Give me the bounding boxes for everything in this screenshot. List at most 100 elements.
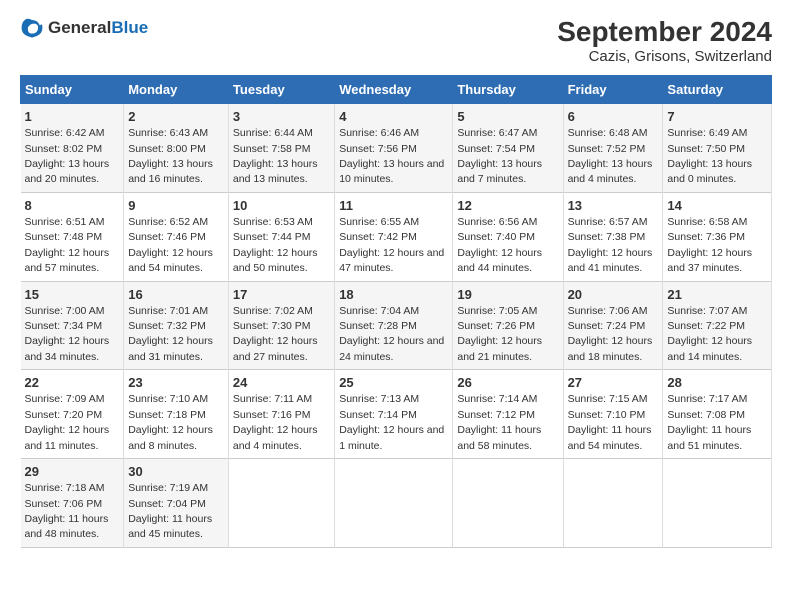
cell-w3-d5: 19Sunrise: 7:05 AMSunset: 7:26 PMDayligh… [453,281,563,370]
cell-w3-d2: 16Sunrise: 7:01 AM Sunset: 7:32 PM Dayligh… [124,281,229,370]
sunrise-info: Sunrise: 7:13 AM [339,393,419,405]
day-number: 4 [339,108,448,126]
sunrise-info: Sunrise: 7:11 AM [233,393,312,405]
col-saturday: Saturday [663,76,772,104]
day-number: 23 [128,374,224,392]
sunrise-info: Sunrise: 7:06 AM [568,305,648,317]
header-row: Sunday Monday Tuesday Wednesday Thursday… [21,76,772,104]
day-number: 19 [457,286,558,304]
sunset-info: Sunset: 7:26 PM [457,320,535,332]
cell-w1-d6: 6Sunrise: 6:48 AMSunset: 7:52 PMDaylight… [563,104,663,193]
header: GeneralBlue September 2024 Cazis, Grison… [20,16,772,65]
day-number: 3 [233,108,330,126]
sunset-info: Sunset: 7:54 PM [457,143,535,155]
day-number: 20 [568,286,659,304]
col-wednesday: Wednesday [335,76,453,104]
cell-w2-d7: 14Sunrise: 6:58 AMSunset: 7:36 PMDayligh… [663,192,772,281]
cell-w2-d1: 8Sunrise: 6:51 AMSunset: 7:48 PMDaylight… [21,192,124,281]
day-number: 16 [128,286,224,304]
cell-w4-d2: 23Sunrise: 7:10 AMSunset: 7:18 PMDayligh… [124,370,229,459]
logo-blue: Blue [111,18,148,37]
cell-w1-d3: 3Sunrise: 6:44 AMSunset: 7:58 PMDaylight… [228,104,334,193]
sunrise-info: Sunrise: 6:58 AM [667,216,747,228]
day-number: 24 [233,374,330,392]
day-number: 25 [339,374,448,392]
logo-text: GeneralBlue [48,19,148,38]
sunset-info: Sunset: 7:36 PM [667,231,745,243]
day-number: 7 [667,108,767,126]
daylight-info: Daylight: 13 hours and 13 minutes. [233,158,318,185]
sunset-info: Sunset: 7:38 PM [568,231,646,243]
daylight-info: Daylight: 12 hours and 11 minutes. [25,424,110,451]
daylight-info: Daylight: 12 hours and 8 minutes. [128,424,213,451]
daylight-info: Daylight: 13 hours and 16 minutes. [128,158,213,185]
cell-w4-d7: 28Sunrise: 7:17 AMSunset: 7:08 PMDayligh… [663,370,772,459]
cell-w1-d1: 1Sunrise: 6:42 AMSunset: 8:02 PMDaylight… [21,104,124,193]
sunset-info: Sunset: 7:10 PM [568,409,646,421]
cell-w2-d5: 12Sunrise: 6:56 AMSunset: 7:40 PMDayligh… [453,192,563,281]
sunrise-info: Sunrise: 7:19 AM [128,482,208,494]
calendar-body: 1Sunrise: 6:42 AMSunset: 8:02 PMDaylight… [21,104,772,548]
daylight-info: Daylight: 11 hours and 51 minutes. [667,424,751,451]
daylight-info: Daylight: 13 hours and 7 minutes. [457,158,542,185]
sunset-info: Sunset: 7:08 PM [667,409,745,421]
sunrise-info: Sunrise: 7:02 AM [233,305,313,317]
cell-w5-d6 [563,459,663,548]
week-row-4: 22Sunrise: 7:09 AMSunset: 7:20 PMDayligh… [21,370,772,459]
daylight-info: Daylight: 12 hours and 41 minutes. [568,247,653,274]
sunrise-info: Sunrise: 6:43 AM [128,127,208,139]
sunrise-info: Sunrise: 7:10 AM [128,393,208,405]
daylight-info: Daylight: 12 hours and 50 minutes. [233,247,318,274]
sunrise-info: Sunrise: 6:42 AM [25,127,105,139]
day-number: 22 [25,374,120,392]
sunset-info: Sunset: 7:04 PM [128,498,206,510]
day-number: 14 [667,197,767,215]
sunset-info: Sunset: 8:00 PM [128,143,206,155]
week-row-3: 15Sunrise: 7:00 AMSunset: 7:34 PMDayligh… [21,281,772,370]
sunrise-info: Sunrise: 7:15 AM [568,393,648,405]
sunrise-info: Sunrise: 7:18 AM [25,482,105,494]
day-number: 9 [128,197,224,215]
day-number: 6 [568,108,659,126]
cell-w5-d3 [228,459,334,548]
cell-w1-d2: 2Sunrise: 6:43 AMSunset: 8:00 PMDaylight… [124,104,229,193]
sunset-info: Sunset: 7:30 PM [233,320,311,332]
day-number: 10 [233,197,330,215]
daylight-info: Daylight: 12 hours and 21 minutes. [457,335,542,362]
week-row-1: 1Sunrise: 6:42 AMSunset: 8:02 PMDaylight… [21,104,772,193]
cell-w1-d7: 7Sunrise: 6:49 AM Sunset: 7:50 PM Daylight… [663,104,772,193]
cell-w5-d2: 30Sunrise: 7:19 AMSunset: 7:04 PMDayligh… [124,459,229,548]
calendar-table: Sunday Monday Tuesday Wednesday Thursday… [20,75,772,548]
sunrise-info: Sunrise: 6:48 AM [568,127,648,139]
day-number: 13 [568,197,659,215]
cell-w2-d3: 10Sunrise: 6:53 AMSunset: 7:44 PMDayligh… [228,192,334,281]
sunrise-info: Sunrise: 6:56 AM [457,216,537,228]
sunset-info: Sunset: 7:34 PM [25,320,103,332]
daylight-info: Daylight: 13 hours and 0 minutes. [667,158,752,185]
day-number: 27 [568,374,659,392]
sunset-info: Sunset: 7:50 PM [667,143,745,155]
col-tuesday: Tuesday [228,76,334,104]
daylight-info: Daylight: 11 hours and 45 minutes. [128,513,212,540]
sunset-info: Sunset: 7:52 PM [568,143,646,155]
sunset-info: Sunset: 7:32 PM [128,320,206,332]
week-row-2: 8Sunrise: 6:51 AMSunset: 7:48 PMDaylight… [21,192,772,281]
daylight-info: Daylight: 12 hours and 27 minutes. [233,335,318,362]
cell-w4-d3: 24Sunrise: 7:11 AMSunset: 7:16 PMDayligh… [228,370,334,459]
daylight-info: Daylight: 13 hours and 20 minutes. [25,158,110,185]
sunrise-info: Sunrise: 6:49 AM [667,127,747,139]
daylight-info: Daylight: 12 hours and 31 minutes. [128,335,213,362]
cell-w4-d6: 27Sunrise: 7:15 AMSunset: 7:10 PMDayligh… [563,370,663,459]
daylight-info: Daylight: 12 hours and 1 minute. [339,424,444,451]
logo-icon [20,16,44,40]
cell-w2-d4: 11Sunrise: 6:55 AMSunset: 7:42 PMDayligh… [335,192,453,281]
sunrise-info: Sunrise: 7:01 AM [128,305,208,317]
sunset-info: Sunset: 7:42 PM [339,231,417,243]
sunrise-info: Sunrise: 6:51 AM [25,216,105,228]
sunrise-info: Sunrise: 7:00 AM [25,305,105,317]
cell-w4-d1: 22Sunrise: 7:09 AMSunset: 7:20 PMDayligh… [21,370,124,459]
sunset-info: Sunset: 7:20 PM [25,409,103,421]
sunset-info: Sunset: 7:24 PM [568,320,646,332]
sunset-info: Sunset: 7:22 PM [667,320,745,332]
cell-w5-d5 [453,459,563,548]
